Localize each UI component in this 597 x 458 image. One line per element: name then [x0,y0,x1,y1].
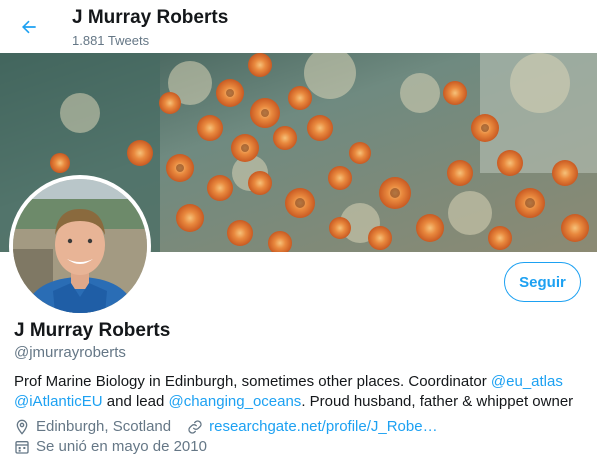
header-name: J Murray Roberts [72,7,229,28]
link-icon [187,419,203,435]
website-link[interactable]: researchgate.net/profile/J_Robe… [209,418,437,435]
avatar-frame[interactable] [9,175,151,317]
bio-text: . Proud husband, father & whippet owner [301,393,574,410]
bio-text: and lead [102,393,169,410]
arrow-left-icon [22,20,36,34]
tweet-count: 1.881 Tweets [72,33,150,48]
profile-name: J Murray Roberts [14,320,171,341]
avatar-photo [13,179,147,313]
location-pin-icon [14,419,30,435]
location-text: Edinburgh, Scotland [36,418,172,435]
top-bar: J Murray Roberts 1.881 Tweets [0,0,597,53]
mention-link[interactable]: @iAtlanticEU [14,393,103,410]
bio-line-2: @iAtlanticEU and lead @changing_oceans. … [14,392,584,412]
bio-line-1: Prof Marine Biology in Edinburgh, someti… [14,372,584,392]
avatar [13,179,147,313]
mention-link[interactable]: @eu_atlas [491,373,563,390]
profile-bio: Prof Marine Biology in Edinburgh, someti… [14,372,584,412]
profile-meta-row: Edinburgh, Scotland researchgate.net/pro… [14,418,584,435]
calendar-icon [14,439,30,455]
mention-link[interactable]: @changing_oceans [168,393,301,410]
follow-button[interactable]: Seguir [504,262,581,302]
back-button[interactable] [14,12,44,42]
joined-date: Se unió en mayo de 2010 [36,438,207,455]
bio-text: Prof Marine Biology in Edinburgh, someti… [14,373,491,390]
profile-meta-row: Se unió en mayo de 2010 [14,438,584,455]
profile-handle: @jmurrayroberts [14,344,126,361]
